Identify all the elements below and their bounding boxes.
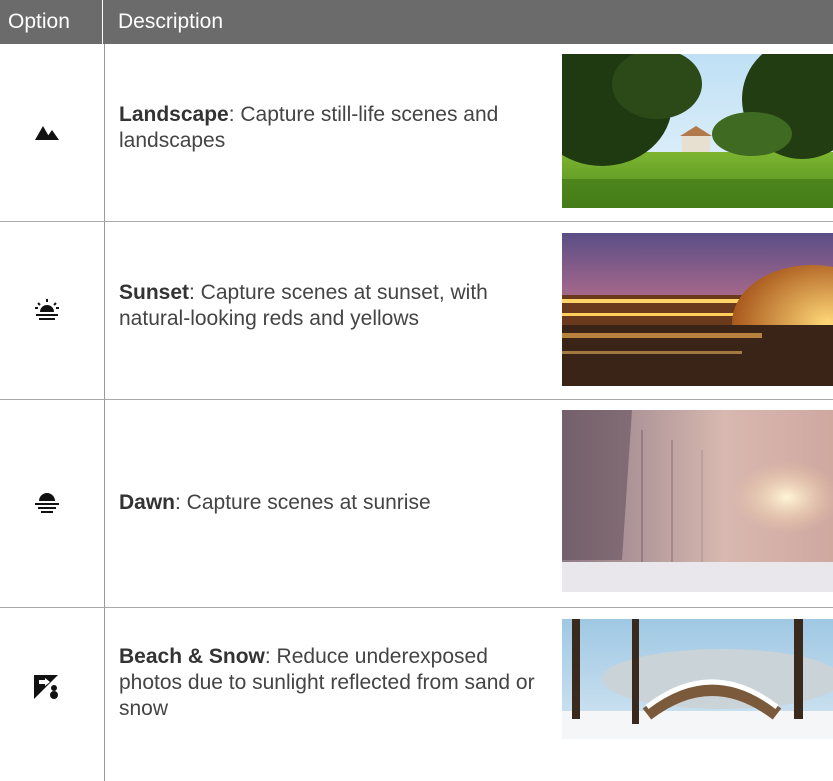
row-title: Sunset bbox=[119, 281, 190, 304]
row-detail: : Capture scenes at sunrise bbox=[175, 491, 431, 514]
row-description: Landscape: Capture still-life scenes and… bbox=[119, 102, 539, 154]
row-description: Beach & Snow: Reduce underexposed photos… bbox=[119, 644, 539, 722]
table-header: Option Description bbox=[0, 0, 833, 44]
park-landscape-photo bbox=[562, 54, 833, 208]
scene-mode-table: Option Description Landscape: Capture st… bbox=[0, 0, 833, 781]
row-title: Dawn bbox=[119, 491, 176, 514]
foggy-sunrise-photo bbox=[562, 410, 833, 592]
landscape-mode-icon bbox=[27, 112, 67, 152]
row-title: Beach & Snow bbox=[119, 645, 265, 668]
row-title: Landscape bbox=[119, 103, 229, 126]
column-header-option: Option bbox=[8, 10, 70, 33]
sunset-building-photo bbox=[562, 233, 833, 386]
table-row: Dawn: Capture scenes at sunrise bbox=[0, 400, 833, 608]
snowy-park-photo bbox=[562, 619, 833, 773]
dawn-mode-icon bbox=[27, 482, 67, 522]
header-divider bbox=[102, 0, 103, 44]
beach-snow-mode-icon bbox=[27, 666, 67, 706]
row-description: Dawn: Capture scenes at sunrise bbox=[119, 490, 539, 516]
table-row: Landscape: Capture still-life scenes and… bbox=[0, 44, 833, 222]
table-row: Sunset: Capture scenes at sunset, with n… bbox=[0, 222, 833, 400]
row-description: Sunset: Capture scenes at sunset, with n… bbox=[119, 280, 539, 332]
sunset-mode-icon bbox=[27, 290, 67, 330]
column-header-description: Description bbox=[118, 10, 224, 33]
table-row: Beach & Snow: Reduce underexposed photos… bbox=[0, 608, 833, 781]
